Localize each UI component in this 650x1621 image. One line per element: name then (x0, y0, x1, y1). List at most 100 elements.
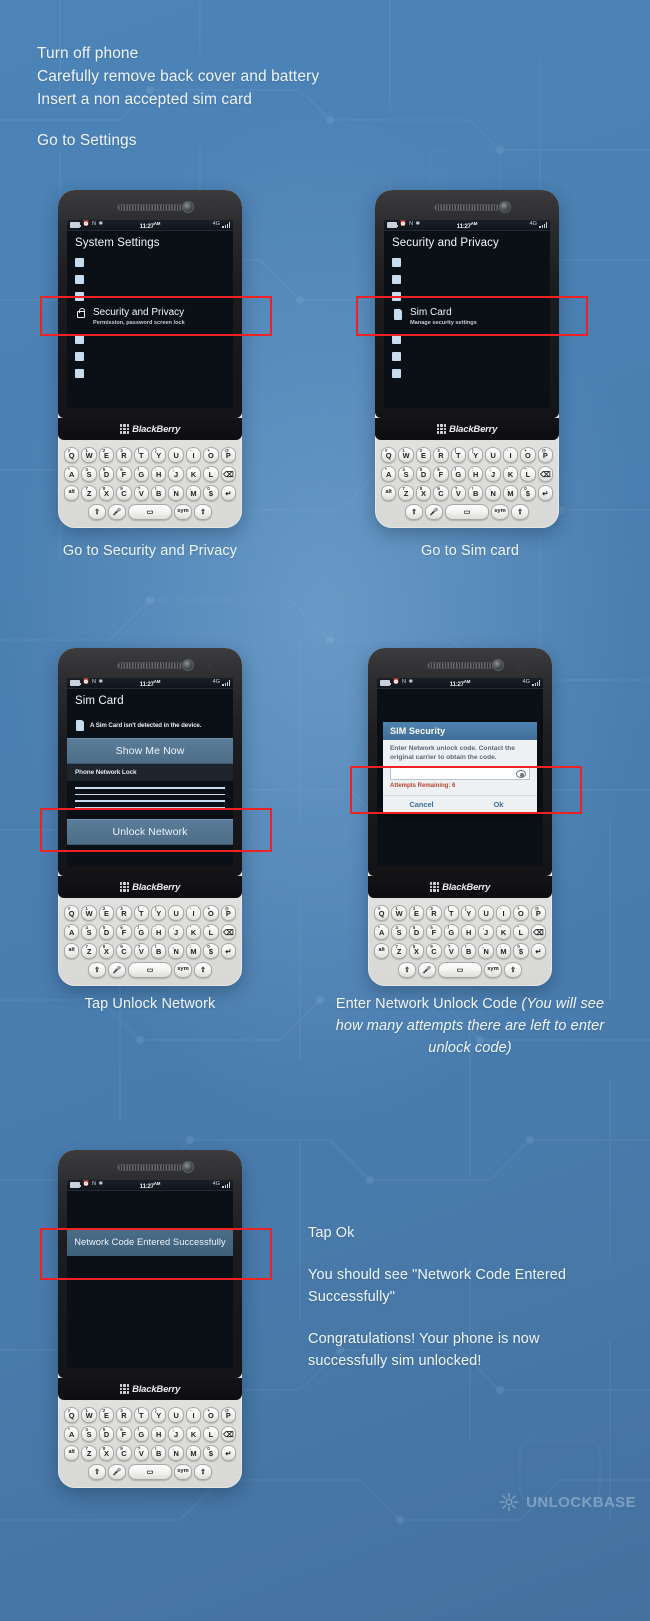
keyboard-key-m[interactable]: .M (495, 943, 512, 959)
keyboard-key-x[interactable]: 8X (408, 943, 425, 959)
keyboard-key-🎤[interactable]: 🎤 (418, 962, 436, 978)
keyboard-key-z[interactable]: 7Z (81, 1445, 97, 1461)
keyboard-key-j[interactable]: ; J (168, 1426, 184, 1442)
keyboard-key-u[interactable]: _ U (168, 905, 184, 921)
keyboard-key-i[interactable]: -I (502, 447, 519, 463)
keyboard-key-q[interactable]: # Q (63, 1407, 80, 1423)
keyboard-key-x[interactable]: 8X (415, 485, 432, 501)
keyboard-key-⇧[interactable]: ⇧ (88, 504, 106, 520)
keyboard-key-n[interactable]: ,N (478, 943, 494, 959)
keyboard-key-⌫[interactable]: ⌫ (537, 466, 554, 482)
eye-icon[interactable] (516, 769, 526, 778)
keyboard-key-f[interactable]: 6F (116, 924, 132, 940)
keyboard-key-s[interactable]: 4S (81, 466, 97, 482)
keyboard-key-y[interactable]: ) Y (151, 1407, 167, 1423)
keyboard-key-w[interactable]: 1W (391, 905, 407, 921)
list-item[interactable] (384, 271, 550, 288)
keyboard-key-r[interactable]: 3R (433, 447, 449, 463)
keyboard-key-n[interactable]: ,N (168, 485, 184, 501)
keyboard-key-t[interactable]: (T (133, 447, 149, 463)
keyboard-key-c[interactable]: 9C (116, 943, 132, 959)
keyboard-key-p[interactable]: @ P (537, 447, 554, 463)
keyboard-key-p[interactable]: @ P (220, 447, 237, 463)
qwerty-keyboard[interactable]: # Q 1 W 2 E 3 R(T) Y _ U - I + O @ P * A 4 S 5 D 6 F / G: H; J ' K " L ⌫ a… (58, 440, 242, 528)
keyboard-key-m[interactable]: .M (185, 943, 202, 959)
keyboard-key-space[interactable]: ▭ (128, 1464, 172, 1480)
keyboard-key-q[interactable]: # Q (380, 447, 397, 463)
keyboard-key-l[interactable]: " L (203, 466, 219, 482)
keyboard-key-h[interactable]: :H (461, 924, 477, 940)
keyboard-key-sym[interactable]: sym (174, 962, 192, 978)
list-item[interactable] (384, 348, 550, 365)
keyboard-key-⇧[interactable]: ⇧ (511, 504, 529, 520)
list-item[interactable] (384, 288, 550, 305)
keyboard-key-e[interactable]: 2E (415, 447, 432, 463)
keyboard-key-o[interactable]: + O (520, 447, 536, 463)
keyboard-key-r[interactable]: 3R (426, 905, 442, 921)
qwerty-keyboard[interactable]: # Q 1 W 2 E 3 R(T) Y _ U - I + O @ P * A 4 S 5 D 6 F / G: H; J ' K " L ⌫ a… (58, 898, 242, 986)
list-item[interactable] (67, 288, 233, 305)
keyboard-key-i[interactable]: -I (185, 905, 202, 921)
keyboard-key-p[interactable]: @ P (220, 905, 237, 921)
keyboard-key-o[interactable]: + O (203, 447, 219, 463)
keyboard-key-g[interactable]: / G (133, 466, 149, 482)
keyboard-key-w[interactable]: 1W (81, 1407, 97, 1423)
keyboard-key-y[interactable]: ) Y (461, 905, 477, 921)
keyboard-key-v[interactable]: ? V (133, 485, 149, 501)
keyboard-key-o[interactable]: + O (513, 905, 529, 921)
list-item[interactable] (384, 254, 550, 271)
show-me-now-button[interactable]: Show Me Now (67, 738, 233, 764)
keyboard-key-j[interactable]: ; J (485, 466, 501, 482)
qwerty-keyboard[interactable]: # Q 1 W 2 E 3 R(T) Y _ U - I + O @ P * A 4 S 5 D 6 F / G: H; J ' K " L ⌫ a… (368, 898, 552, 986)
keyboard-key-l[interactable]: " L (513, 924, 529, 940)
keyboard-key-$[interactable]: 0 $ (203, 1445, 219, 1461)
keyboard-key-⇧[interactable]: ⇧ (194, 1464, 212, 1480)
keyboard-key-d[interactable]: 5D (98, 1426, 115, 1442)
keyboard-key-⇧[interactable]: ⇧ (88, 962, 106, 978)
keyboard-key-y[interactable]: ) Y (151, 905, 167, 921)
keyboard-key-s[interactable]: 4S (398, 466, 414, 482)
keyboard-key-h[interactable]: :H (151, 1426, 167, 1442)
keyboard-key-g[interactable]: / G (133, 924, 149, 940)
keyboard-key-y[interactable]: ) Y (151, 447, 167, 463)
keyboard-key-space[interactable]: ▭ (128, 504, 172, 520)
keyboard-key-alt[interactable]: alt (63, 1445, 80, 1461)
keyboard-key-sym[interactable]: sym (484, 962, 502, 978)
keyboard-key-q[interactable]: # Q (63, 905, 80, 921)
keyboard-key-⇧[interactable]: ⇧ (504, 962, 522, 978)
list-item[interactable] (384, 331, 550, 348)
keyboard-key-l[interactable]: " L (520, 466, 536, 482)
keyboard-key-j[interactable]: ; J (168, 466, 184, 482)
keyboard-key-w[interactable]: 1W (398, 447, 414, 463)
keyboard-key-space[interactable]: ▭ (438, 962, 482, 978)
keyboard-key-z[interactable]: 7Z (391, 943, 407, 959)
unlock-code-input[interactable] (390, 767, 530, 781)
keyboard-key-s[interactable]: 4S (81, 1426, 97, 1442)
keyboard-key-b[interactable]: ! B (461, 943, 477, 959)
keyboard-key-⌫[interactable]: ⌫ (220, 924, 237, 940)
list-item[interactable] (67, 365, 233, 382)
qwerty-keyboard[interactable]: # Q 1 W 2 E 3 R(T) Y _ U - I + O @ P * A 4 S 5 D 6 F / G: H; J ' K " L ⌫ a… (375, 440, 559, 528)
keyboard-key-f[interactable]: 6F (116, 1426, 132, 1442)
keyboard-key-n[interactable]: ,N (168, 1445, 184, 1461)
keyboard-key-l[interactable]: " L (203, 1426, 219, 1442)
keyboard-key-space[interactable]: ▭ (445, 504, 489, 520)
keyboard-key-o[interactable]: + O (203, 1407, 219, 1423)
keyboard-key-y[interactable]: ) Y (468, 447, 484, 463)
keyboard-key-⌫[interactable]: ⌫ (220, 1426, 237, 1442)
keyboard-key-u[interactable]: _ U (168, 447, 184, 463)
keyboard-key-alt[interactable]: alt (373, 943, 390, 959)
list-item[interactable] (67, 348, 233, 365)
keyboard-key-⇧[interactable]: ⇧ (398, 962, 416, 978)
keyboard-key-↵[interactable]: ↵ (220, 1445, 237, 1461)
keyboard-key-f[interactable]: 6F (116, 466, 132, 482)
keyboard-key-t[interactable]: (T (450, 447, 466, 463)
keyboard-key-m[interactable]: .M (502, 485, 519, 501)
keyboard-key-p[interactable]: @ P (530, 905, 547, 921)
keyboard-key-⇧[interactable]: ⇧ (88, 1464, 106, 1480)
keyboard-key-s[interactable]: 4S (81, 924, 97, 940)
keyboard-key-⇧[interactable]: ⇧ (194, 504, 212, 520)
keyboard-key-x[interactable]: 8X (98, 1445, 115, 1461)
keyboard-key-b[interactable]: ! B (151, 943, 167, 959)
keyboard-key-alt[interactable]: alt (63, 485, 80, 501)
